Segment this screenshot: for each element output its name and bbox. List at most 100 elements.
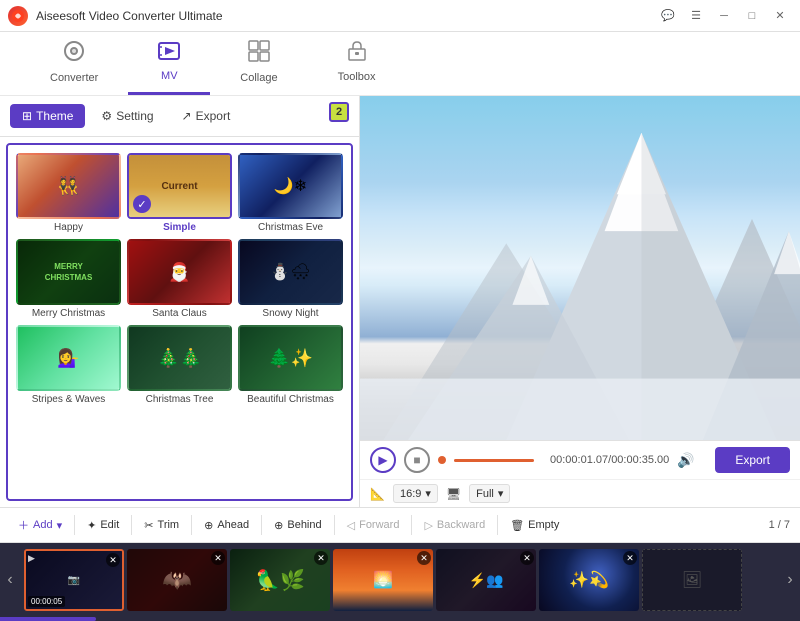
stop-btn[interactable]: ■ bbox=[404, 447, 430, 473]
theme-label-christmas-tree: Christmas Tree bbox=[146, 394, 214, 405]
film-item-3[interactable]: 🦜🌿 ✕ bbox=[230, 549, 330, 611]
progress-fill bbox=[0, 617, 96, 621]
forward-button[interactable]: ◁ Forward bbox=[339, 515, 408, 536]
theme-christmas-eve[interactable]: 🌙❄ Christmas Eve bbox=[238, 153, 343, 233]
main-content: ⊞ Theme ⚙ Setting ↗ Export 2 👯 bbox=[0, 96, 800, 507]
theme-thumb-stripes: 💁‍♀️ bbox=[16, 325, 121, 391]
film-close-5[interactable]: ✕ bbox=[520, 551, 534, 565]
menu-btn[interactable]: ☰ bbox=[684, 6, 708, 26]
chat-btn[interactable]: 💬 bbox=[656, 6, 680, 26]
tab-mv[interactable]: MV bbox=[128, 31, 210, 95]
title-bar: Aiseesoft Video Converter Ultimate 💬 ☰ ─… bbox=[0, 0, 800, 32]
converter-icon bbox=[63, 40, 85, 68]
film-type-1: ▶ bbox=[28, 553, 35, 564]
right-panel: ▶ ■ 00:00:01.07/00:00:35.00 🔊 Export 📐 1… bbox=[360, 96, 800, 507]
film-item-5[interactable]: ⚡👥 ✕ bbox=[436, 549, 536, 611]
page-count: 1 / 7 bbox=[769, 519, 790, 531]
film-close-1[interactable]: ✕ bbox=[106, 553, 120, 567]
theme-beautiful-christmas[interactable]: 🌲✨ Beautiful Christmas bbox=[238, 325, 343, 405]
app-title: Aiseesoft Video Converter Ultimate bbox=[36, 9, 223, 23]
theme-label-merry-christmas: Merry Christmas bbox=[32, 308, 105, 319]
bottom-toolbar: ＋ Add ▾ ✦ Edit ✂ Trim ⊕ Ahead ⊕ Behind ◁… bbox=[0, 507, 800, 543]
backward-label: Backward bbox=[437, 519, 485, 531]
nav-tabs: Converter MV Collage Toolbox bbox=[0, 32, 800, 96]
film-item-4[interactable]: 🌅 ✕ bbox=[333, 549, 433, 611]
theme-thumb-snowy-night: ⛄🌨 bbox=[238, 239, 343, 305]
app-icon bbox=[8, 6, 28, 26]
quality-select[interactable]: Full ▾ bbox=[469, 484, 510, 503]
theme-stripes-waves[interactable]: 💁‍♀️ Stripes & Waves bbox=[16, 325, 121, 405]
progress-dot bbox=[438, 456, 446, 464]
theme-label-beautiful-christmas: Beautiful Christmas bbox=[247, 394, 334, 405]
tab-converter[interactable]: Converter bbox=[20, 31, 128, 95]
theme-grid-container[interactable]: 👯 Happy Current ✓ Simple bbox=[6, 143, 353, 501]
add-icon: ＋ bbox=[18, 517, 29, 533]
film-item-6[interactable]: ✨💫 ✕ bbox=[539, 549, 639, 611]
export-icon: ↗ bbox=[182, 109, 192, 123]
theme-snowy-night[interactable]: ⛄🌨 Snowy Night bbox=[238, 239, 343, 319]
ratio-icon: 📐 bbox=[370, 487, 385, 501]
edit-button[interactable]: ✦ Edit bbox=[79, 515, 127, 536]
theme-label-happy: Happy bbox=[54, 222, 83, 233]
filmstrip-items: 📷 ✕ 00:00:05 ▶ 🦇 ✕ 🦜🌿 ✕ 🌅 ✕ bbox=[20, 549, 780, 611]
behind-icon: ⊕ bbox=[274, 519, 283, 532]
filmstrip-prev[interactable]: ‹ bbox=[0, 547, 20, 613]
image-icon: 🖼 bbox=[682, 570, 702, 590]
theme-label-christmas-eve: Christmas Eve bbox=[258, 222, 323, 233]
close-btn[interactable]: ✕ bbox=[768, 6, 792, 26]
film-thumb-7: 🖼 bbox=[642, 549, 742, 611]
film-close-4[interactable]: ✕ bbox=[417, 551, 431, 565]
film-close-2[interactable]: ✕ bbox=[211, 551, 225, 565]
theme-happy[interactable]: 👯 Happy bbox=[16, 153, 121, 233]
selected-check: ✓ bbox=[133, 195, 151, 213]
theme-christmas-tree[interactable]: 🎄🎄 Christmas Tree bbox=[127, 325, 232, 405]
edit-label: Edit bbox=[100, 519, 119, 531]
empty-button[interactable]: 🗑 Empty bbox=[502, 515, 567, 536]
tab-setting[interactable]: ⚙ Setting bbox=[89, 104, 165, 128]
ahead-icon: ⊕ bbox=[204, 519, 213, 532]
ahead-button[interactable]: ⊕ Ahead bbox=[196, 515, 257, 536]
behind-button[interactable]: ⊕ Behind bbox=[266, 515, 329, 536]
add-label: Add bbox=[33, 519, 53, 531]
film-item-2[interactable]: 🦇 ✕ bbox=[127, 549, 227, 611]
monitor-icon: 🖥 bbox=[446, 487, 461, 501]
tab-toolbox[interactable]: Toolbox bbox=[308, 31, 406, 95]
theme-santa-claus[interactable]: 🎅 Santa Claus bbox=[127, 239, 232, 319]
tab-export[interactable]: ↗ Export bbox=[170, 104, 243, 128]
maximize-btn[interactable]: □ bbox=[740, 6, 764, 26]
play-btn[interactable]: ▶ bbox=[370, 447, 396, 473]
progress-line[interactable] bbox=[454, 459, 534, 462]
export-button[interactable]: Export bbox=[715, 447, 790, 473]
theme-merry-christmas[interactable]: MERRYCHRISTMAS Merry Christmas bbox=[16, 239, 121, 319]
filmstrip: ‹ 📷 ✕ 00:00:05 ▶ 🦇 ✕ 🦜🌿 ✕ bbox=[0, 543, 800, 617]
film-item-7[interactable]: 🖼 bbox=[642, 549, 742, 611]
tab-theme[interactable]: ⊞ Theme bbox=[10, 104, 85, 128]
film-close-6[interactable]: ✕ bbox=[623, 551, 637, 565]
theme-label: Theme bbox=[36, 109, 73, 123]
backward-button[interactable]: ▷ Backward bbox=[416, 515, 493, 536]
preview-background bbox=[360, 96, 800, 440]
forward-icon: ◁ bbox=[347, 519, 355, 532]
quality-chevron: ▾ bbox=[498, 487, 504, 500]
filmstrip-next[interactable]: › bbox=[780, 547, 800, 613]
collage-icon bbox=[248, 40, 270, 68]
setting-label: Setting bbox=[116, 109, 153, 123]
minimize-btn[interactable]: ─ bbox=[712, 6, 736, 26]
controls-row2: 📐 16:9 ▾ 🖥 Full ▾ bbox=[360, 479, 800, 507]
theme-thumb-simple: Current ✓ bbox=[127, 153, 232, 219]
trim-button[interactable]: ✂ Trim bbox=[136, 515, 187, 536]
film-close-3[interactable]: ✕ bbox=[314, 551, 328, 565]
tab-collage[interactable]: Collage bbox=[210, 31, 307, 95]
film-item-1[interactable]: 📷 ✕ 00:00:05 ▶ bbox=[24, 549, 124, 611]
separator-1 bbox=[74, 515, 75, 535]
mountain-scene-svg bbox=[360, 96, 800, 440]
backward-icon: ▷ bbox=[424, 519, 432, 532]
theme-simple[interactable]: Current ✓ Simple bbox=[127, 153, 232, 233]
theme-thumb-christmas-eve: 🌙❄ bbox=[238, 153, 343, 219]
volume-icon[interactable]: 🔊 bbox=[677, 452, 694, 469]
controls-bar: ▶ ■ 00:00:01.07/00:00:35.00 🔊 Export bbox=[360, 440, 800, 479]
add-button[interactable]: ＋ Add ▾ bbox=[10, 513, 70, 537]
theme-thumb-merry-christmas: MERRYCHRISTMAS bbox=[16, 239, 121, 305]
toolbox-label: Toolbox bbox=[338, 71, 376, 83]
ratio-select[interactable]: 16:9 ▾ bbox=[393, 484, 438, 503]
